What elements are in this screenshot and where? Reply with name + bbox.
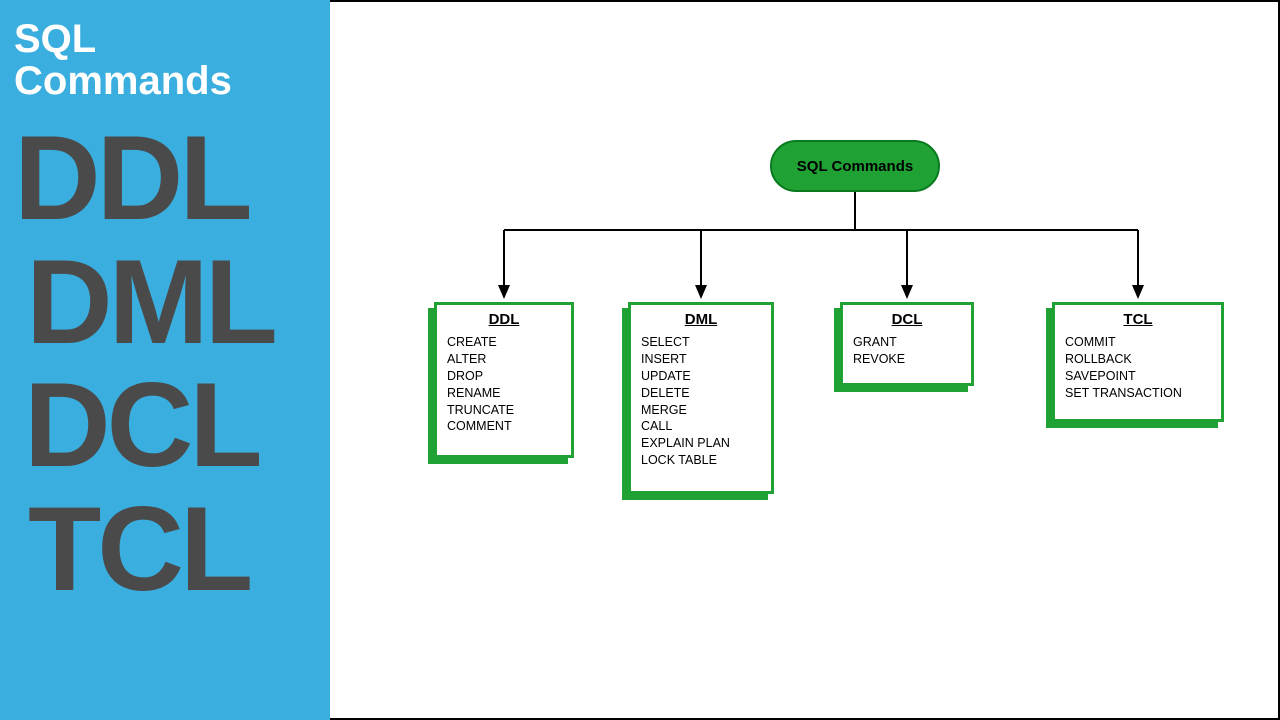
list-item: SAVEPOINT [1065, 368, 1211, 385]
list-item: ALTER [447, 351, 561, 368]
list-item: DELETE [641, 385, 761, 402]
box-front: DCL GRANTREVOKE [840, 302, 974, 386]
list-item: INSERT [641, 351, 761, 368]
list-item: CALL [641, 418, 761, 435]
list-item: SET TRANSACTION [1065, 385, 1211, 402]
list-item: UPDATE [641, 368, 761, 385]
list-item: DROP [447, 368, 561, 385]
big-word-dml: DML [14, 244, 316, 362]
category-box-tcl: TCL COMMITROLLBACKSAVEPOINTSET TRANSACTI… [1052, 302, 1224, 422]
big-word-ddl: DDL [14, 120, 316, 238]
big-word-dcl: DCL [14, 367, 316, 485]
category-box-dcl: DCL GRANTREVOKE [840, 302, 974, 386]
box-front: DDL CREATEALTERDROPRENAMETRUNCATECOMMENT [434, 302, 574, 458]
big-word-tcl: TCL [14, 491, 316, 609]
title: SQL Commands [14, 18, 316, 102]
list-item: COMMENT [447, 418, 561, 435]
category-title: DCL [853, 311, 961, 328]
list-item: REVOKE [853, 351, 961, 368]
left-panel: SQL Commands DDL DML DCL TCL [0, 0, 330, 720]
box-front: TCL COMMITROLLBACKSAVEPOINTSET TRANSACTI… [1052, 302, 1224, 422]
category-items: COMMITROLLBACKSAVEPOINTSET TRANSACTION [1065, 334, 1211, 402]
list-item: EXPLAIN PLAN [641, 435, 761, 452]
category-items: GRANTREVOKE [853, 334, 961, 368]
list-item: RENAME [447, 385, 561, 402]
list-item: COMMIT [1065, 334, 1211, 351]
list-item: CREATE [447, 334, 561, 351]
list-item: ROLLBACK [1065, 351, 1211, 368]
diagram-area: SQL Commands DDL CREATEALTERDROPRENAMETR… [330, 0, 1280, 720]
box-front: DML SELECTINSERTUPDATEDELETEMERGECALLEXP… [628, 302, 774, 494]
list-item: GRANT [853, 334, 961, 351]
root-node-label: SQL Commands [797, 158, 913, 175]
category-items: CREATEALTERDROPRENAMETRUNCATECOMMENT [447, 334, 561, 435]
list-item: TRUNCATE [447, 402, 561, 419]
root-node-sql-commands: SQL Commands [770, 140, 940, 192]
category-title: TCL [1065, 311, 1211, 328]
list-item: SELECT [641, 334, 761, 351]
category-box-ddl: DDL CREATEALTERDROPRENAMETRUNCATECOMMENT [434, 302, 574, 458]
list-item: MERGE [641, 402, 761, 419]
category-items: SELECTINSERTUPDATEDELETEMERGECALLEXPLAIN… [641, 334, 761, 469]
category-title: DML [641, 311, 761, 328]
category-box-dml: DML SELECTINSERTUPDATEDELETEMERGECALLEXP… [628, 302, 774, 494]
list-item: LOCK TABLE [641, 452, 761, 469]
category-title: DDL [447, 311, 561, 328]
